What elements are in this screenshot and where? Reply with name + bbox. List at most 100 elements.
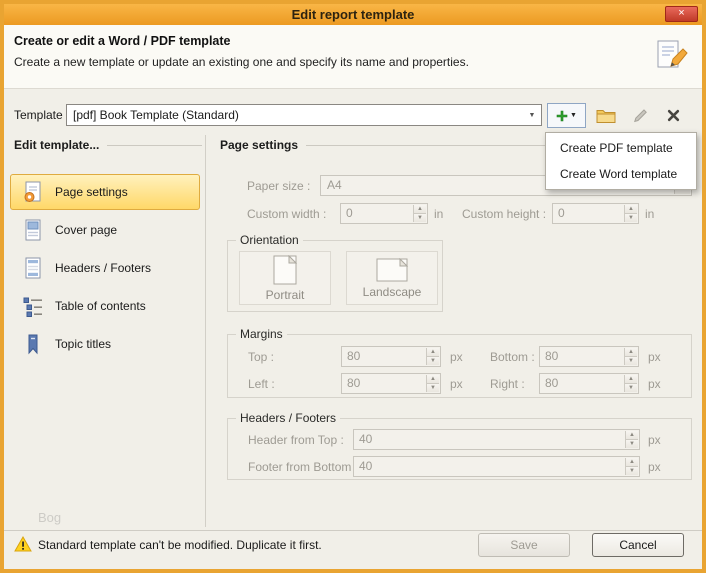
delete-icon: [667, 109, 679, 122]
spinner-up-icon[interactable]: ▲: [625, 375, 637, 384]
sidebar-item-topic-titles[interactable]: Topic titles: [10, 326, 200, 362]
landscape-button[interactable]: Landscape: [346, 251, 438, 305]
close-icon: ×: [678, 7, 685, 19]
portrait-page-icon: [273, 254, 297, 284]
header-from-top-input[interactable]: 40 ▲ ▼: [353, 429, 640, 450]
template-label: Template :: [14, 108, 70, 122]
header-title: Create or edit a Word / PDF template: [14, 34, 231, 48]
sidebar-item-headers-footers[interactable]: Headers / Footers: [10, 250, 200, 286]
spinner-down-icon[interactable]: ▼: [625, 214, 637, 222]
sidebar-title: Edit template...: [14, 138, 202, 152]
portrait-label: Portrait: [265, 287, 305, 302]
pencil-icon: [633, 108, 647, 122]
margin-right-label: Right :: [490, 377, 525, 391]
spinner-down-icon[interactable]: ▼: [625, 384, 637, 392]
orientation-group: Orientation Portrait Landscape: [227, 233, 443, 312]
header-subtitle: Create a new template or update an exist…: [14, 55, 469, 69]
margins-group: Margins Top : 80 ▲ ▼ px Bottom : 80 ▲ ▼ px…: [227, 327, 692, 398]
topic-titles-icon: [28, 334, 38, 355]
landscape-label: Landscape: [362, 284, 422, 299]
custom-height-label: Custom height :: [462, 207, 547, 221]
sidebar-item-label: Headers / Footers: [55, 261, 152, 275]
margin-right-input[interactable]: 80 ▲ ▼: [539, 373, 639, 394]
watermark: Bog: [38, 510, 62, 525]
margin-bottom-unit: px: [648, 350, 661, 364]
spinner-down-icon[interactable]: ▼: [625, 357, 637, 365]
portrait-button[interactable]: Portrait: [239, 251, 331, 305]
titlebar: Edit report template: [4, 4, 702, 25]
save-button[interactable]: Save: [478, 533, 570, 557]
custom-width-label: Custom width :: [247, 207, 327, 221]
spinner-up-icon[interactable]: ▲: [414, 205, 426, 214]
menu-caret-icon: ▼: [570, 112, 577, 119]
divider: [205, 135, 206, 527]
headers-footers-group-title: Headers / Footers: [236, 411, 341, 426]
spinner-up-icon[interactable]: ▲: [626, 431, 638, 440]
margin-bottom-label: Bottom :: [490, 350, 535, 364]
sidebar-item-cover-page[interactable]: Cover page: [10, 212, 200, 248]
footer-from-bottom-unit: px: [648, 460, 661, 474]
paper-size-label: Paper size :: [247, 179, 311, 193]
spinner-up-icon[interactable]: ▲: [625, 348, 637, 357]
custom-height-input[interactable]: 0 ▲ ▼: [552, 203, 639, 224]
edit-report-template-dialog: Edit report template × Create or edit a …: [0, 0, 706, 573]
custom-width-unit: in: [434, 207, 444, 221]
headers-footers-icon: [25, 257, 41, 279]
spinner-down-icon[interactable]: ▼: [626, 467, 638, 475]
margin-left-input[interactable]: 80 ▲ ▼: [341, 373, 441, 394]
spinner-up-icon[interactable]: ▲: [625, 205, 637, 214]
rename-template-button[interactable]: [626, 103, 653, 128]
header-from-top-unit: px: [648, 433, 661, 447]
margins-group-title: Margins: [236, 327, 287, 342]
cover-page-icon: [25, 219, 41, 241]
margin-left-label: Left :: [248, 377, 275, 391]
footer-from-bottom-label: Footer from Bottom :: [248, 460, 359, 474]
sidebar-item-label: Cover page: [55, 223, 118, 237]
chevron-down-icon[interactable]: ▼: [524, 106, 540, 124]
custom-width-input[interactable]: 0 ▲ ▼: [340, 203, 428, 224]
cancel-button[interactable]: Cancel: [592, 533, 684, 557]
margin-bottom-input[interactable]: 80 ▲ ▼: [539, 346, 639, 367]
header-from-top-label: Header from Top :: [248, 433, 344, 447]
spinner-down-icon[interactable]: ▼: [414, 214, 426, 222]
sidebar-item-label: Topic titles: [55, 337, 112, 351]
dialog-header: Create or edit a Word / PDF template Cre…: [4, 25, 702, 89]
menu-item-create-word[interactable]: Create Word template: [546, 161, 696, 187]
menu-item-create-pdf[interactable]: Create PDF template: [546, 135, 696, 161]
orientation-group-title: Orientation: [236, 233, 303, 248]
edit-template-icon: [652, 38, 688, 74]
plus-icon: [556, 110, 568, 121]
spinner-down-icon[interactable]: ▼: [427, 357, 439, 365]
margin-top-label: Top :: [248, 350, 275, 364]
spinner-down-icon[interactable]: ▼: [626, 440, 638, 448]
divider: [4, 530, 702, 531]
close-button[interactable]: ×: [665, 6, 698, 22]
window-title: Edit report template: [291, 7, 415, 22]
spinner-up-icon[interactable]: ▲: [626, 458, 638, 467]
sidebar-item-table-of-contents[interactable]: Table of contents: [10, 288, 200, 324]
template-select[interactable]: [pdf] Book Template (Standard) ▼: [66, 104, 542, 126]
spinner-down-icon[interactable]: ▼: [427, 384, 439, 392]
add-template-button[interactable]: ▼: [547, 103, 586, 128]
divider: [107, 144, 202, 146]
sidebar-item-page-settings[interactable]: Page settings: [10, 174, 200, 210]
headers-footers-group: Headers / Footers Header from Top : 40 ▲…: [227, 411, 692, 480]
margin-left-unit: px: [450, 377, 463, 391]
footer-from-bottom-input[interactable]: 40 ▲ ▼: [353, 456, 640, 477]
status-message: Standard template can't be modified. Dup…: [38, 538, 322, 552]
landscape-page-icon: [376, 257, 408, 281]
template-select-value: [pdf] Book Template (Standard): [73, 108, 239, 122]
folder-icon: [596, 109, 615, 123]
table-of-contents-icon: [23, 297, 42, 317]
delete-template-button[interactable]: [659, 103, 687, 128]
warning-icon: [14, 535, 32, 555]
page-settings-icon: [24, 181, 41, 202]
sidebar-item-label: Page settings: [55, 185, 128, 199]
margin-top-input[interactable]: 80 ▲ ▼: [341, 346, 441, 367]
margin-top-unit: px: [450, 350, 463, 364]
open-template-button[interactable]: [591, 103, 620, 128]
sidebar-item-label: Table of contents: [55, 299, 146, 313]
spinner-up-icon[interactable]: ▲: [427, 375, 439, 384]
spinner-up-icon[interactable]: ▲: [427, 348, 439, 357]
custom-height-unit: in: [645, 207, 655, 221]
